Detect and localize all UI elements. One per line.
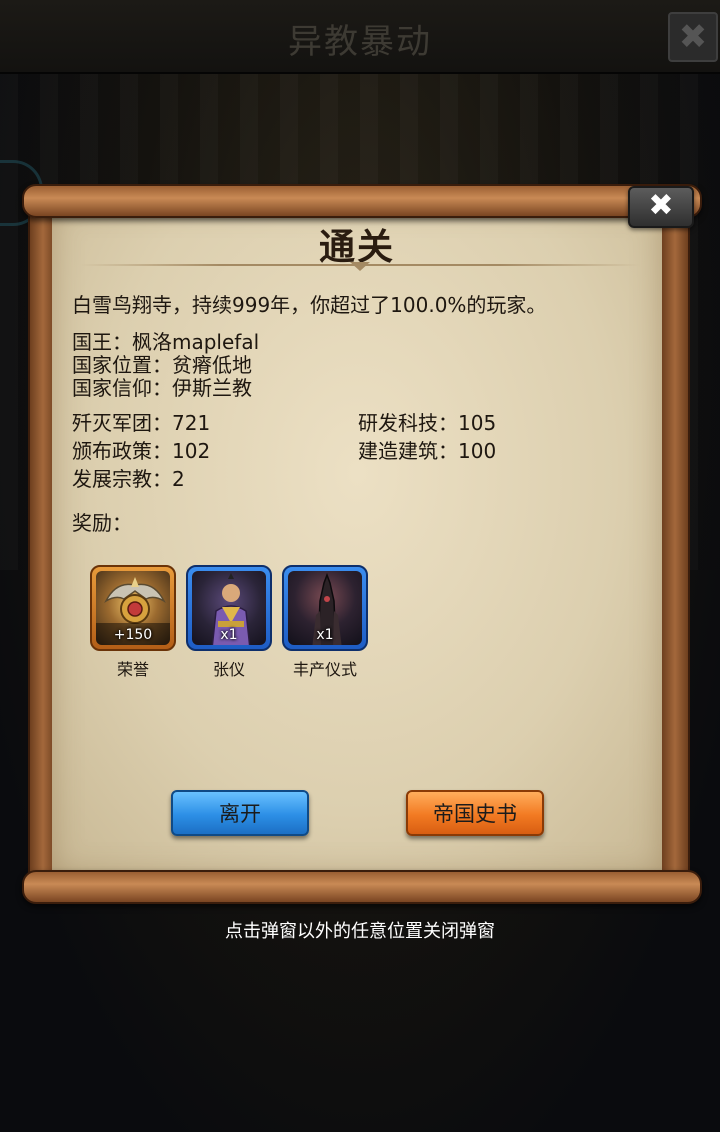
close-hint: 点击弹窗以外的任意位置关闭弹窗 [225,921,495,942]
reward-honor[interactable]: +150 [90,565,176,651]
scroll-edge-right [660,205,690,884]
reward-name: 张仪 [212,660,245,679]
stat-policies: 颁布政策：102 [72,439,211,463]
reward-count: +150 [113,627,153,643]
reward-count: x1 [316,627,334,643]
background-close-icon: ✖ [668,12,718,62]
summary-text: 白雪鸟翔寺，持续999年，你超过了100.0%的玩家。 [72,293,547,317]
reward-name: 丰产仪式 [292,660,357,679]
stat-buildings: 建造建筑：100 [358,439,497,463]
title-divider-notch [350,262,370,271]
scroll-rod-top [22,184,702,218]
rewards-label: 奖励： [72,511,132,535]
empire-history-button[interactable]: 帝国史书 [406,790,544,836]
leave-button[interactable]: 离开 [171,790,309,836]
reward-count: x1 [220,627,238,643]
reward-ritual[interactable]: x1 [282,565,368,651]
religion-info: 国家信仰：伊斯兰教 [72,376,252,400]
stat-religions: 发展宗教：2 [72,467,185,491]
stat-armies: 歼灭军团：721 [72,411,211,435]
stat-tech: 研发科技：105 [358,411,497,435]
reward-zhangyi[interactable]: x1 [186,565,272,651]
screen-title: 异教暴动 [288,22,432,62]
reward-name: 荣誉 [116,660,149,679]
top-bar: 异教暴动 ✖ [0,0,720,74]
scroll-rod-bottom [22,870,702,904]
